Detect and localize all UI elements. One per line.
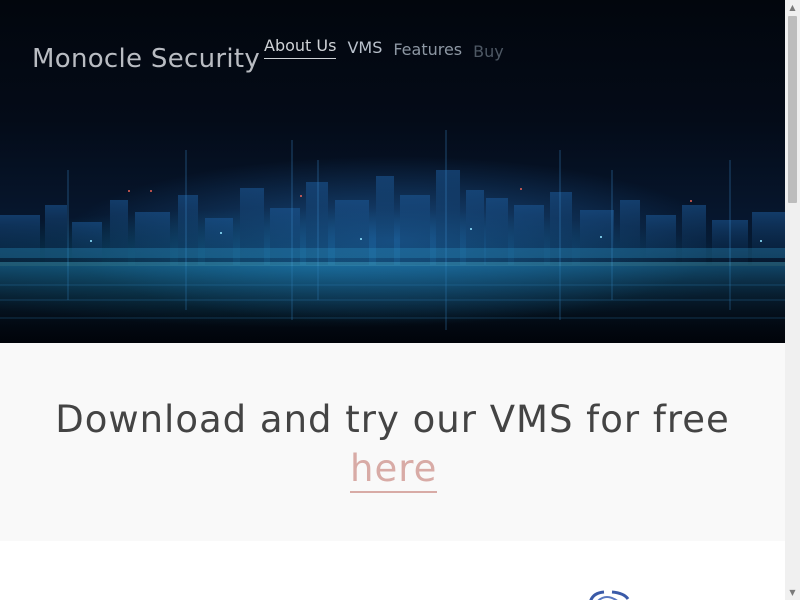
nav-item-features[interactable]: Features — [393, 40, 462, 59]
vertical-scrollbar[interactable]: ▲ ▼ — [785, 0, 800, 600]
scroll-up-arrow-icon[interactable]: ▲ — [785, 0, 800, 15]
page: Monocle Security About Us VMS Features B… — [0, 0, 785, 600]
nav-item-vms[interactable]: VMS — [347, 38, 382, 57]
product-logo-icon — [589, 590, 630, 600]
download-cta-section: Download and try our VMS for free here — [0, 343, 785, 541]
nav-item-about-us[interactable]: About Us — [264, 36, 337, 59]
main-nav: About Us VMS Features Buy — [264, 36, 504, 61]
scrollbar-thumb[interactable] — [788, 16, 797, 203]
brand-logo-text[interactable]: Monocle Security — [32, 44, 260, 74]
scroll-down-arrow-icon[interactable]: ▼ — [785, 585, 800, 600]
hero-banner: Monocle Security About Us VMS Features B… — [0, 0, 785, 343]
cta-heading: Download and try our VMS for free — [55, 398, 730, 441]
download-link[interactable]: here — [350, 446, 438, 493]
nav-item-buy[interactable]: Buy — [473, 42, 504, 61]
content-section — [0, 541, 785, 600]
